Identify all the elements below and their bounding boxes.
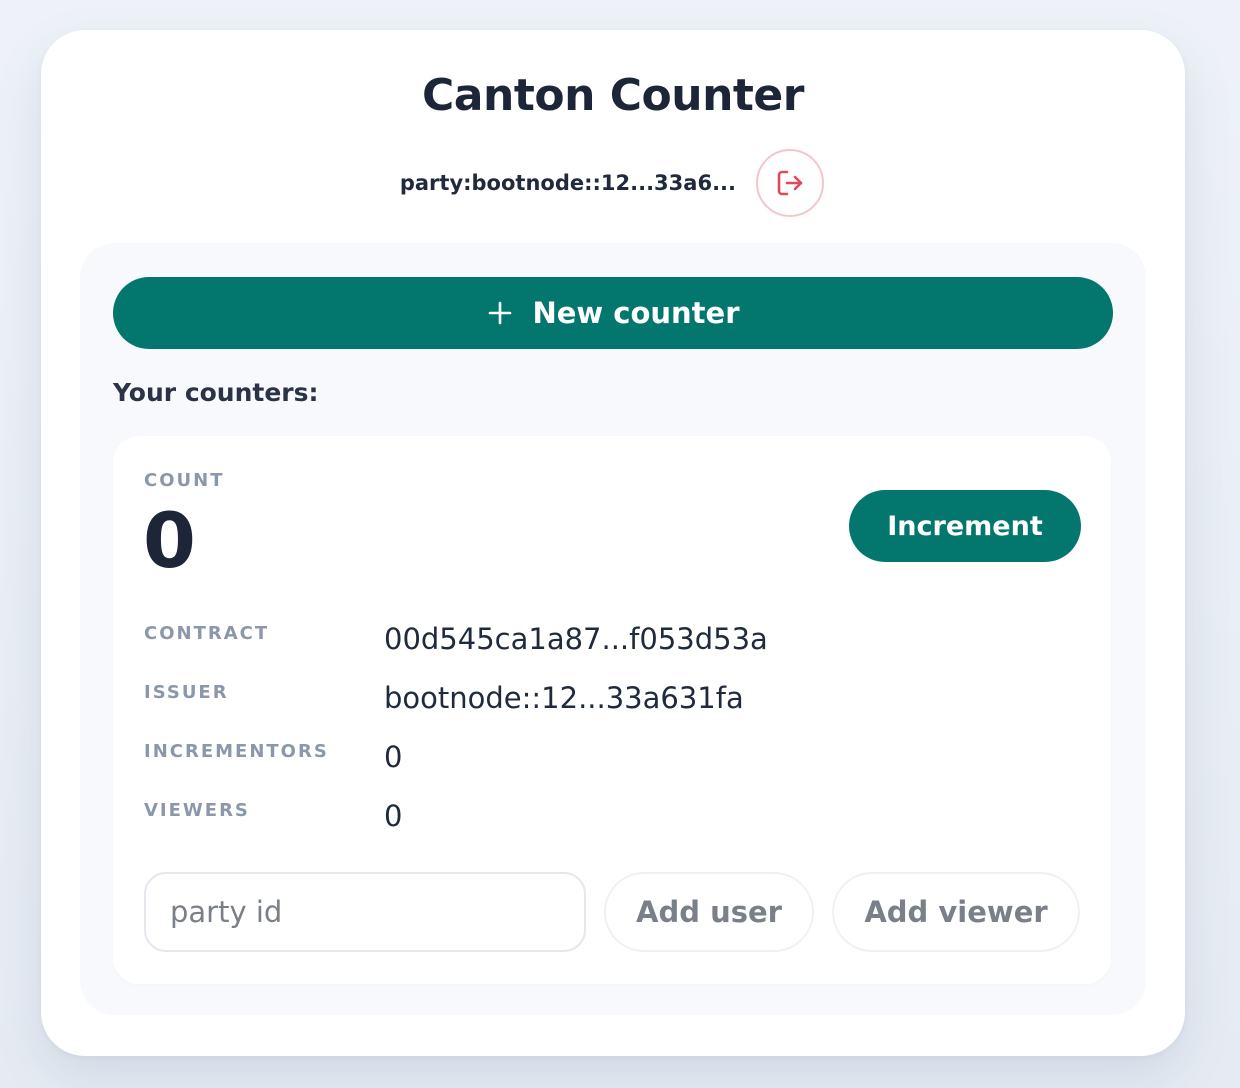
page-title: Canton Counter <box>422 70 804 121</box>
counters-panel: New counter Your counters: COUNT 0 Incre… <box>80 243 1146 1015</box>
new-counter-label: New counter <box>532 296 740 330</box>
contract-value: 00d545ca1a87...f053d53a <box>384 622 768 656</box>
contract-label: CONTRACT <box>144 623 270 644</box>
incrementors-label: INCREMENTORS <box>144 741 329 762</box>
increment-button[interactable]: Increment <box>849 490 1081 562</box>
viewers-row: VIEWERS 0 <box>144 799 1044 839</box>
counter-card: COUNT 0 Increment CONTRACT 00d545ca1a87.… <box>113 436 1111 984</box>
issuer-row: ISSUER bootnode::12...33a631fa <box>144 681 1044 721</box>
viewers-value: 0 <box>384 799 403 833</box>
counters-section-label: Your counters: <box>113 378 319 407</box>
add-user-button[interactable]: Add user <box>604 872 814 952</box>
count-value: 0 <box>143 496 196 585</box>
issuer-label: ISSUER <box>144 682 229 703</box>
logout-icon <box>774 167 806 199</box>
viewers-label: VIEWERS <box>144 800 250 821</box>
app-card: Canton Counter party:bootnode::12...33a6… <box>41 30 1185 1056</box>
incrementors-value: 0 <box>384 740 403 774</box>
plus-icon <box>486 299 514 327</box>
contract-row: CONTRACT 00d545ca1a87...f053d53a <box>144 622 1044 662</box>
new-counter-button[interactable]: New counter <box>113 277 1113 349</box>
party-id-input[interactable] <box>144 872 586 952</box>
add-viewer-button[interactable]: Add viewer <box>832 872 1080 952</box>
count-label: COUNT <box>144 470 225 491</box>
incrementors-row: INCREMENTORS 0 <box>144 740 1044 780</box>
current-party-id: party:bootnode::12...33a6... <box>399 171 736 195</box>
issuer-value: bootnode::12...33a631fa <box>384 681 744 715</box>
logout-button[interactable] <box>756 149 824 217</box>
